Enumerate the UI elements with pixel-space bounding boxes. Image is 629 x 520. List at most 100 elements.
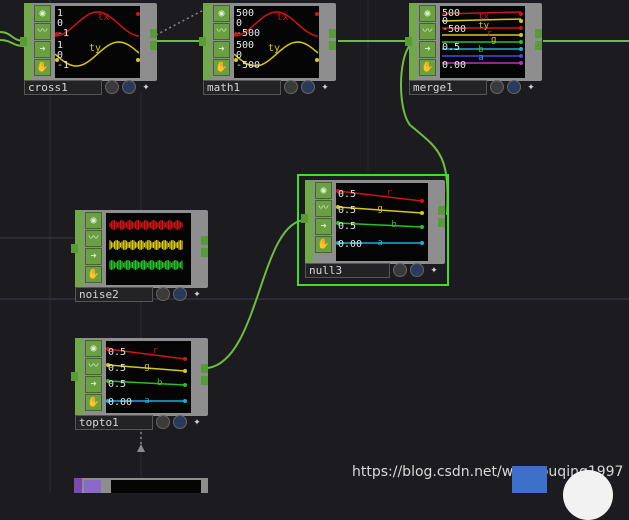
circle-icon[interactable]: [84, 480, 101, 493]
cross-icon[interactable]: ✦: [524, 80, 538, 94]
node-output-connector[interactable]: [201, 364, 208, 373]
node-input-connector[interactable]: [405, 37, 412, 46]
bypass-toggle[interactable]: [393, 263, 407, 277]
node-input-connector[interactable]: [20, 37, 27, 46]
node-name-label[interactable]: null3: [305, 263, 390, 278]
node-output-connector[interactable]: [150, 41, 157, 50]
svg-text:r: r: [387, 188, 393, 198]
hand-icon[interactable]: ✋: [85, 266, 102, 283]
svg-text:b: b: [391, 220, 396, 230]
avatar: [563, 470, 613, 520]
cross-icon[interactable]: ✦: [190, 287, 204, 301]
svg-text:0.00: 0.00: [338, 239, 362, 250]
cross-icon[interactable]: ✦: [427, 263, 441, 277]
node-name-label[interactable]: topto1: [75, 415, 153, 430]
node-output-connector[interactable]: [201, 236, 208, 245]
wire: [207, 219, 307, 369]
svg-text:b: b: [157, 378, 162, 388]
display-toggle[interactable]: [122, 80, 136, 94]
bypass-toggle[interactable]: [156, 287, 170, 301]
cross-icon[interactable]: ✦: [318, 80, 332, 94]
display-toggle[interactable]: [507, 80, 521, 94]
node-output-connector[interactable]: [201, 376, 208, 385]
svg-text:-1: -1: [57, 60, 69, 71]
node-input-bar: [74, 478, 82, 493]
svg-text:0.00: 0.00: [108, 397, 132, 408]
svg-text:-500: -500: [442, 24, 466, 35]
node-name-label[interactable]: cross1: [24, 80, 102, 95]
arrow-right-icon[interactable]: ➜: [213, 41, 230, 58]
arrow-right-icon[interactable]: ➜: [34, 41, 51, 58]
curve-icon[interactable]: 〰: [213, 23, 230, 40]
node-input-connector[interactable]: [301, 214, 308, 223]
partial-node[interactable]: [512, 466, 547, 493]
display-toggle[interactable]: [410, 263, 424, 277]
svg-text:a: a: [478, 53, 483, 63]
circle-icon[interactable]: ◉: [419, 5, 436, 22]
node-output-connector[interactable]: [535, 29, 542, 38]
node-output-connector[interactable]: [201, 248, 208, 257]
svg-text:-500: -500: [236, 28, 260, 39]
node-output-connector[interactable]: [438, 206, 445, 215]
display-toggle[interactable]: [173, 415, 187, 429]
circle-icon[interactable]: ◉: [315, 182, 332, 199]
channel-plot: rgba 0.5 0.5 0.5 0.00: [336, 188, 424, 250]
node-math1[interactable]: ◉ 〰 ➜ ✋ 500 0 -500 500 0 -500 tx ty math1 ✦: [199, 3, 336, 95]
hand-icon[interactable]: ✋: [85, 394, 102, 411]
hand-icon[interactable]: ✋: [213, 59, 230, 76]
circle-icon[interactable]: ◉: [34, 5, 51, 22]
circle-icon[interactable]: ◉: [85, 212, 102, 229]
node-viewer: [106, 213, 191, 285]
node-viewer: 1 0 -1 1 0 -1 tx ty: [54, 6, 140, 78]
node-output-connector[interactable]: [535, 41, 542, 50]
bypass-toggle[interactable]: [156, 415, 170, 429]
cross-icon[interactable]: ✦: [190, 415, 204, 429]
curve-icon[interactable]: 〰: [85, 230, 102, 247]
partial-node[interactable]: [74, 478, 208, 493]
node-output-connector[interactable]: [329, 29, 336, 38]
hand-icon[interactable]: ✋: [34, 59, 51, 76]
bypass-toggle[interactable]: [284, 80, 298, 94]
svg-text:g: g: [377, 204, 382, 214]
svg-text:g: g: [491, 35, 496, 45]
bypass-toggle[interactable]: [105, 80, 119, 94]
curve-icon[interactable]: 〰: [85, 358, 102, 375]
arrow-right-icon[interactable]: ➜: [85, 376, 102, 393]
circle-icon[interactable]: ◉: [85, 340, 102, 357]
node-merge1[interactable]: ◉ 〰 ➜ ✋ 500 0 -500 0.5 0.00 tx ty r g b a merge1 ✦: [405, 3, 542, 95]
node-name-label[interactable]: merge1: [409, 80, 487, 95]
arrow-right-icon[interactable]: ➜: [315, 218, 332, 235]
node-input-connector[interactable]: [71, 244, 78, 253]
node-output-connector[interactable]: [438, 218, 445, 227]
display-toggle[interactable]: [173, 287, 187, 301]
circle-icon[interactable]: ◉: [213, 5, 230, 22]
node-topto1[interactable]: ◉ 〰 ➜ ✋ r g b a 0.5 0.5 0.5 0.00 topto1 ✦: [71, 338, 208, 430]
node-noise2[interactable]: ◉ 〰 ➜ ✋ noise2 ✦: [71, 210, 208, 302]
display-toggle[interactable]: [301, 80, 315, 94]
curve-icon[interactable]: 〰: [419, 23, 436, 40]
node-cross1[interactable]: ◉ 〰 ➜ ✋ 1 0 -1 1 0 -1 tx ty cross1 ✦: [20, 3, 157, 95]
arrow-right-icon[interactable]: ➜: [85, 248, 102, 265]
svg-text:r: r: [153, 346, 159, 356]
svg-text:ty: ty: [268, 43, 280, 54]
curve-icon[interactable]: 〰: [34, 23, 51, 40]
cross-icon[interactable]: ✦: [139, 80, 153, 94]
hand-icon[interactable]: ✋: [419, 59, 436, 76]
node-viewer: r g b a 0.5 0.5 0.5 0.00: [336, 183, 428, 261]
channel-plot: rgba 0.5 0.5 0.5 0.00: [106, 346, 187, 408]
svg-text:0.5: 0.5: [338, 205, 356, 216]
bypass-toggle[interactable]: [490, 80, 504, 94]
node-name-label[interactable]: math1: [203, 80, 281, 95]
node-null3[interactable]: ◉ 〰 ➜ ✋ r g b a 0.5 0.5 0.5 0.00 null3 ✦: [297, 174, 449, 286]
hand-icon[interactable]: ✋: [315, 236, 332, 253]
svg-text:0.5: 0.5: [108, 347, 126, 358]
curve-icon[interactable]: 〰: [315, 200, 332, 217]
node-input-connector[interactable]: [71, 372, 78, 381]
arrow-right-icon[interactable]: ➜: [419, 41, 436, 58]
node-name-label[interactable]: noise2: [75, 287, 153, 302]
svg-text:a: a: [377, 238, 382, 248]
node-input-connector[interactable]: [199, 37, 206, 46]
node-output-connector[interactable]: [150, 29, 157, 38]
node-output-connector[interactable]: [329, 41, 336, 50]
svg-text:0.5: 0.5: [338, 189, 356, 200]
